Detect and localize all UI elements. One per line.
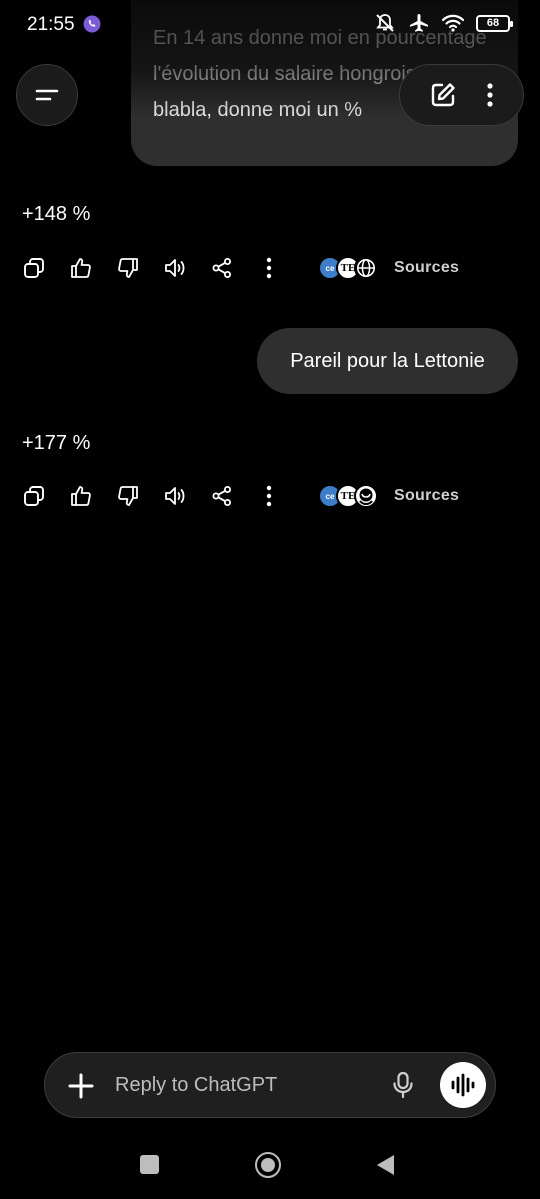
new-chat-button[interactable] [429, 81, 457, 109]
composer [44, 1052, 496, 1118]
thumbs-down-button[interactable] [116, 256, 140, 280]
menu-button[interactable] [16, 64, 78, 126]
assistant-answer: +177 % [22, 432, 91, 454]
more-actions-button[interactable] [257, 484, 281, 508]
mute-icon [376, 14, 394, 32]
share-icon [212, 486, 231, 506]
more-icon [487, 83, 493, 107]
share-button[interactable] [210, 484, 234, 508]
shield-source-icon [354, 484, 378, 508]
header-actions [399, 64, 524, 126]
user-message-bubble: Pareil pour la Lettonie [257, 328, 518, 394]
sources-button[interactable]: ce TE Sources [318, 481, 459, 511]
thumbs-down-icon [118, 486, 138, 506]
user-message-text: Pareil pour la Lettonie [290, 349, 485, 372]
more-vertical-icon [266, 485, 272, 507]
back-button[interactable] [374, 1153, 396, 1177]
thumbs-up-icon [71, 258, 91, 278]
message-actions: ce TE Sources [22, 481, 472, 511]
read-aloud-button[interactable] [163, 256, 187, 280]
voice-mode-icon [451, 1073, 475, 1097]
plus-icon[interactable] [67, 1072, 95, 1100]
thumbs-up-icon [71, 486, 91, 506]
sources-label: Sources [394, 487, 460, 504]
thumbs-down-icon [118, 258, 138, 278]
read-aloud-button[interactable] [163, 484, 187, 508]
read-aloud-icon [165, 487, 185, 505]
home-icon [261, 1158, 275, 1172]
voice-mode-button[interactable] [440, 1062, 486, 1108]
copy-button[interactable] [22, 484, 46, 508]
more-actions-button[interactable] [257, 256, 281, 280]
more-options-button[interactable] [486, 82, 494, 108]
thumbs-up-button[interactable] [69, 256, 93, 280]
status-bar: 21:55 68 [0, 0, 540, 50]
copy-button[interactable] [22, 256, 46, 280]
more-vertical-icon [266, 257, 272, 279]
menu-icon [35, 89, 59, 101]
message-input[interactable] [115, 1053, 365, 1117]
read-aloud-icon [165, 259, 185, 277]
system-nav-bar [0, 1140, 540, 1190]
battery-level: 68 [486, 17, 500, 29]
mic-icon[interactable] [390, 1071, 416, 1099]
copy-icon [24, 258, 44, 278]
assistant-answer: +148 % [22, 203, 91, 225]
wifi-icon [442, 14, 464, 32]
home-button[interactable] [255, 1152, 281, 1178]
airplane-icon [410, 14, 428, 32]
recent-apps-button[interactable] [140, 1155, 159, 1174]
share-button[interactable] [210, 256, 234, 280]
sources-label: Sources [394, 259, 460, 276]
status-time: 21:55 [27, 14, 75, 35]
thumbs-down-button[interactable] [116, 484, 140, 508]
viber-icon [83, 15, 101, 33]
thumbs-up-button[interactable] [69, 484, 93, 508]
message-actions: ce TE Sources [22, 253, 472, 283]
sources-button[interactable]: ce TE Sources [318, 253, 459, 283]
status-icons: 68 [374, 13, 513, 33]
battery-icon: 68 [476, 14, 513, 32]
new-chat-icon [431, 83, 455, 107]
globe-icon [354, 256, 378, 280]
copy-icon [24, 486, 44, 506]
share-icon [212, 258, 231, 278]
